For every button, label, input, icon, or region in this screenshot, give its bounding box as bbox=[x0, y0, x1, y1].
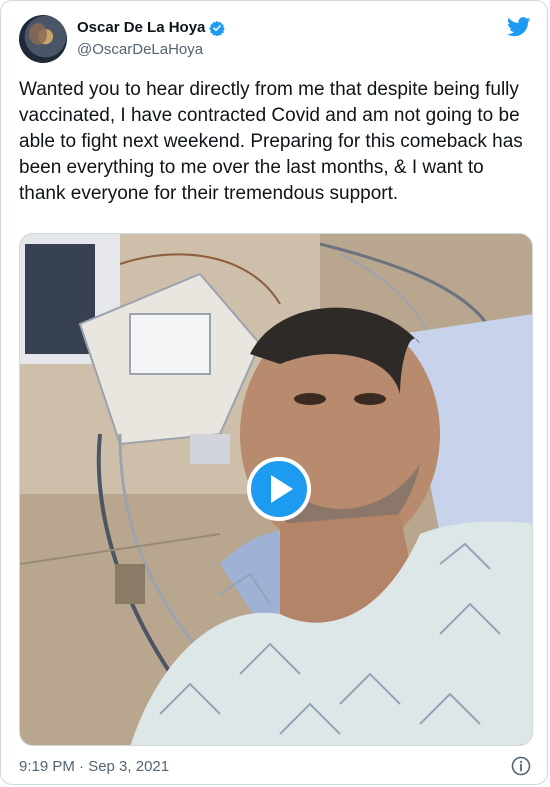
author-name-row: Oscar De La Hoya bbox=[77, 19, 226, 36]
tweet-timestamp[interactable]: 9:19 PM · Sep 3, 2021 bbox=[19, 758, 169, 775]
play-icon bbox=[271, 475, 293, 503]
tweet-card: Oscar De La Hoya @OscarDeLaHoya Wanted y… bbox=[0, 0, 548, 785]
verified-badge-icon bbox=[209, 20, 226, 36]
twitter-bird-icon[interactable] bbox=[507, 17, 531, 37]
video-thumbnail[interactable] bbox=[19, 233, 533, 746]
info-icon[interactable] bbox=[511, 756, 531, 776]
play-button[interactable] bbox=[247, 457, 311, 521]
author-display-name[interactable]: Oscar De La Hoya bbox=[77, 19, 205, 36]
author-handle[interactable]: @OscarDeLaHoya bbox=[77, 41, 203, 58]
tweet-text: Wanted you to hear directly from me that… bbox=[19, 79, 523, 204]
avatar[interactable] bbox=[19, 15, 67, 63]
